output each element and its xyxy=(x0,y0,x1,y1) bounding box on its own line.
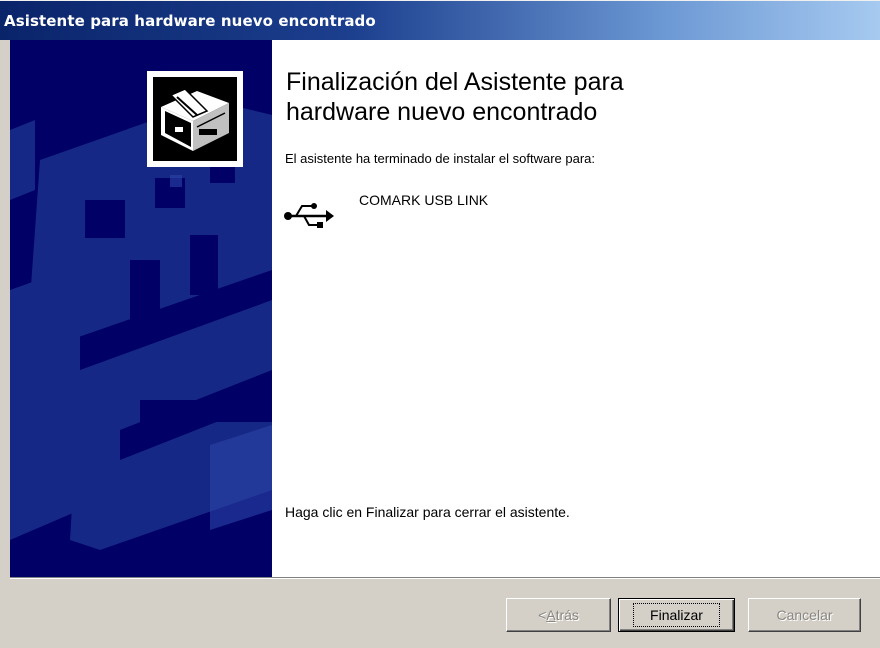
hardware-icon xyxy=(147,71,243,167)
page-title: Finalización del Asistente para hardware… xyxy=(286,67,846,127)
window-title: Asistente para hardware nuevo encontrado xyxy=(4,11,376,30)
page-title-line1: Finalización del Asistente para xyxy=(286,68,624,96)
page-title-line2: hardware nuevo encontrado xyxy=(286,98,598,126)
usb-icon xyxy=(282,192,334,237)
intro-text: El asistente ha terminado de instalar el… xyxy=(285,151,596,166)
back-button-prefix: < xyxy=(538,607,547,623)
finish-instruction: Haga clic en Finalizar para cerrar el as… xyxy=(285,504,570,520)
finish-button-label: Finalizar xyxy=(633,603,720,627)
back-button-accesskey: A xyxy=(546,607,556,623)
wizard-window: Asistente para hardware nuevo encontrado xyxy=(0,0,880,648)
wizard-content: Finalización del Asistente para hardware… xyxy=(272,40,880,577)
footer-separator xyxy=(10,577,880,579)
device-name: COMARK USB LINK xyxy=(359,192,489,208)
cancel-button[interactable]: Cancelar xyxy=(748,598,861,632)
title-bar[interactable]: Asistente para hardware nuevo encontrado xyxy=(0,0,880,40)
back-button[interactable]: < Atrás xyxy=(506,598,611,632)
finish-button[interactable]: Finalizar xyxy=(618,598,735,632)
back-button-rest: trás xyxy=(555,607,579,623)
wizard-banner xyxy=(10,40,272,577)
